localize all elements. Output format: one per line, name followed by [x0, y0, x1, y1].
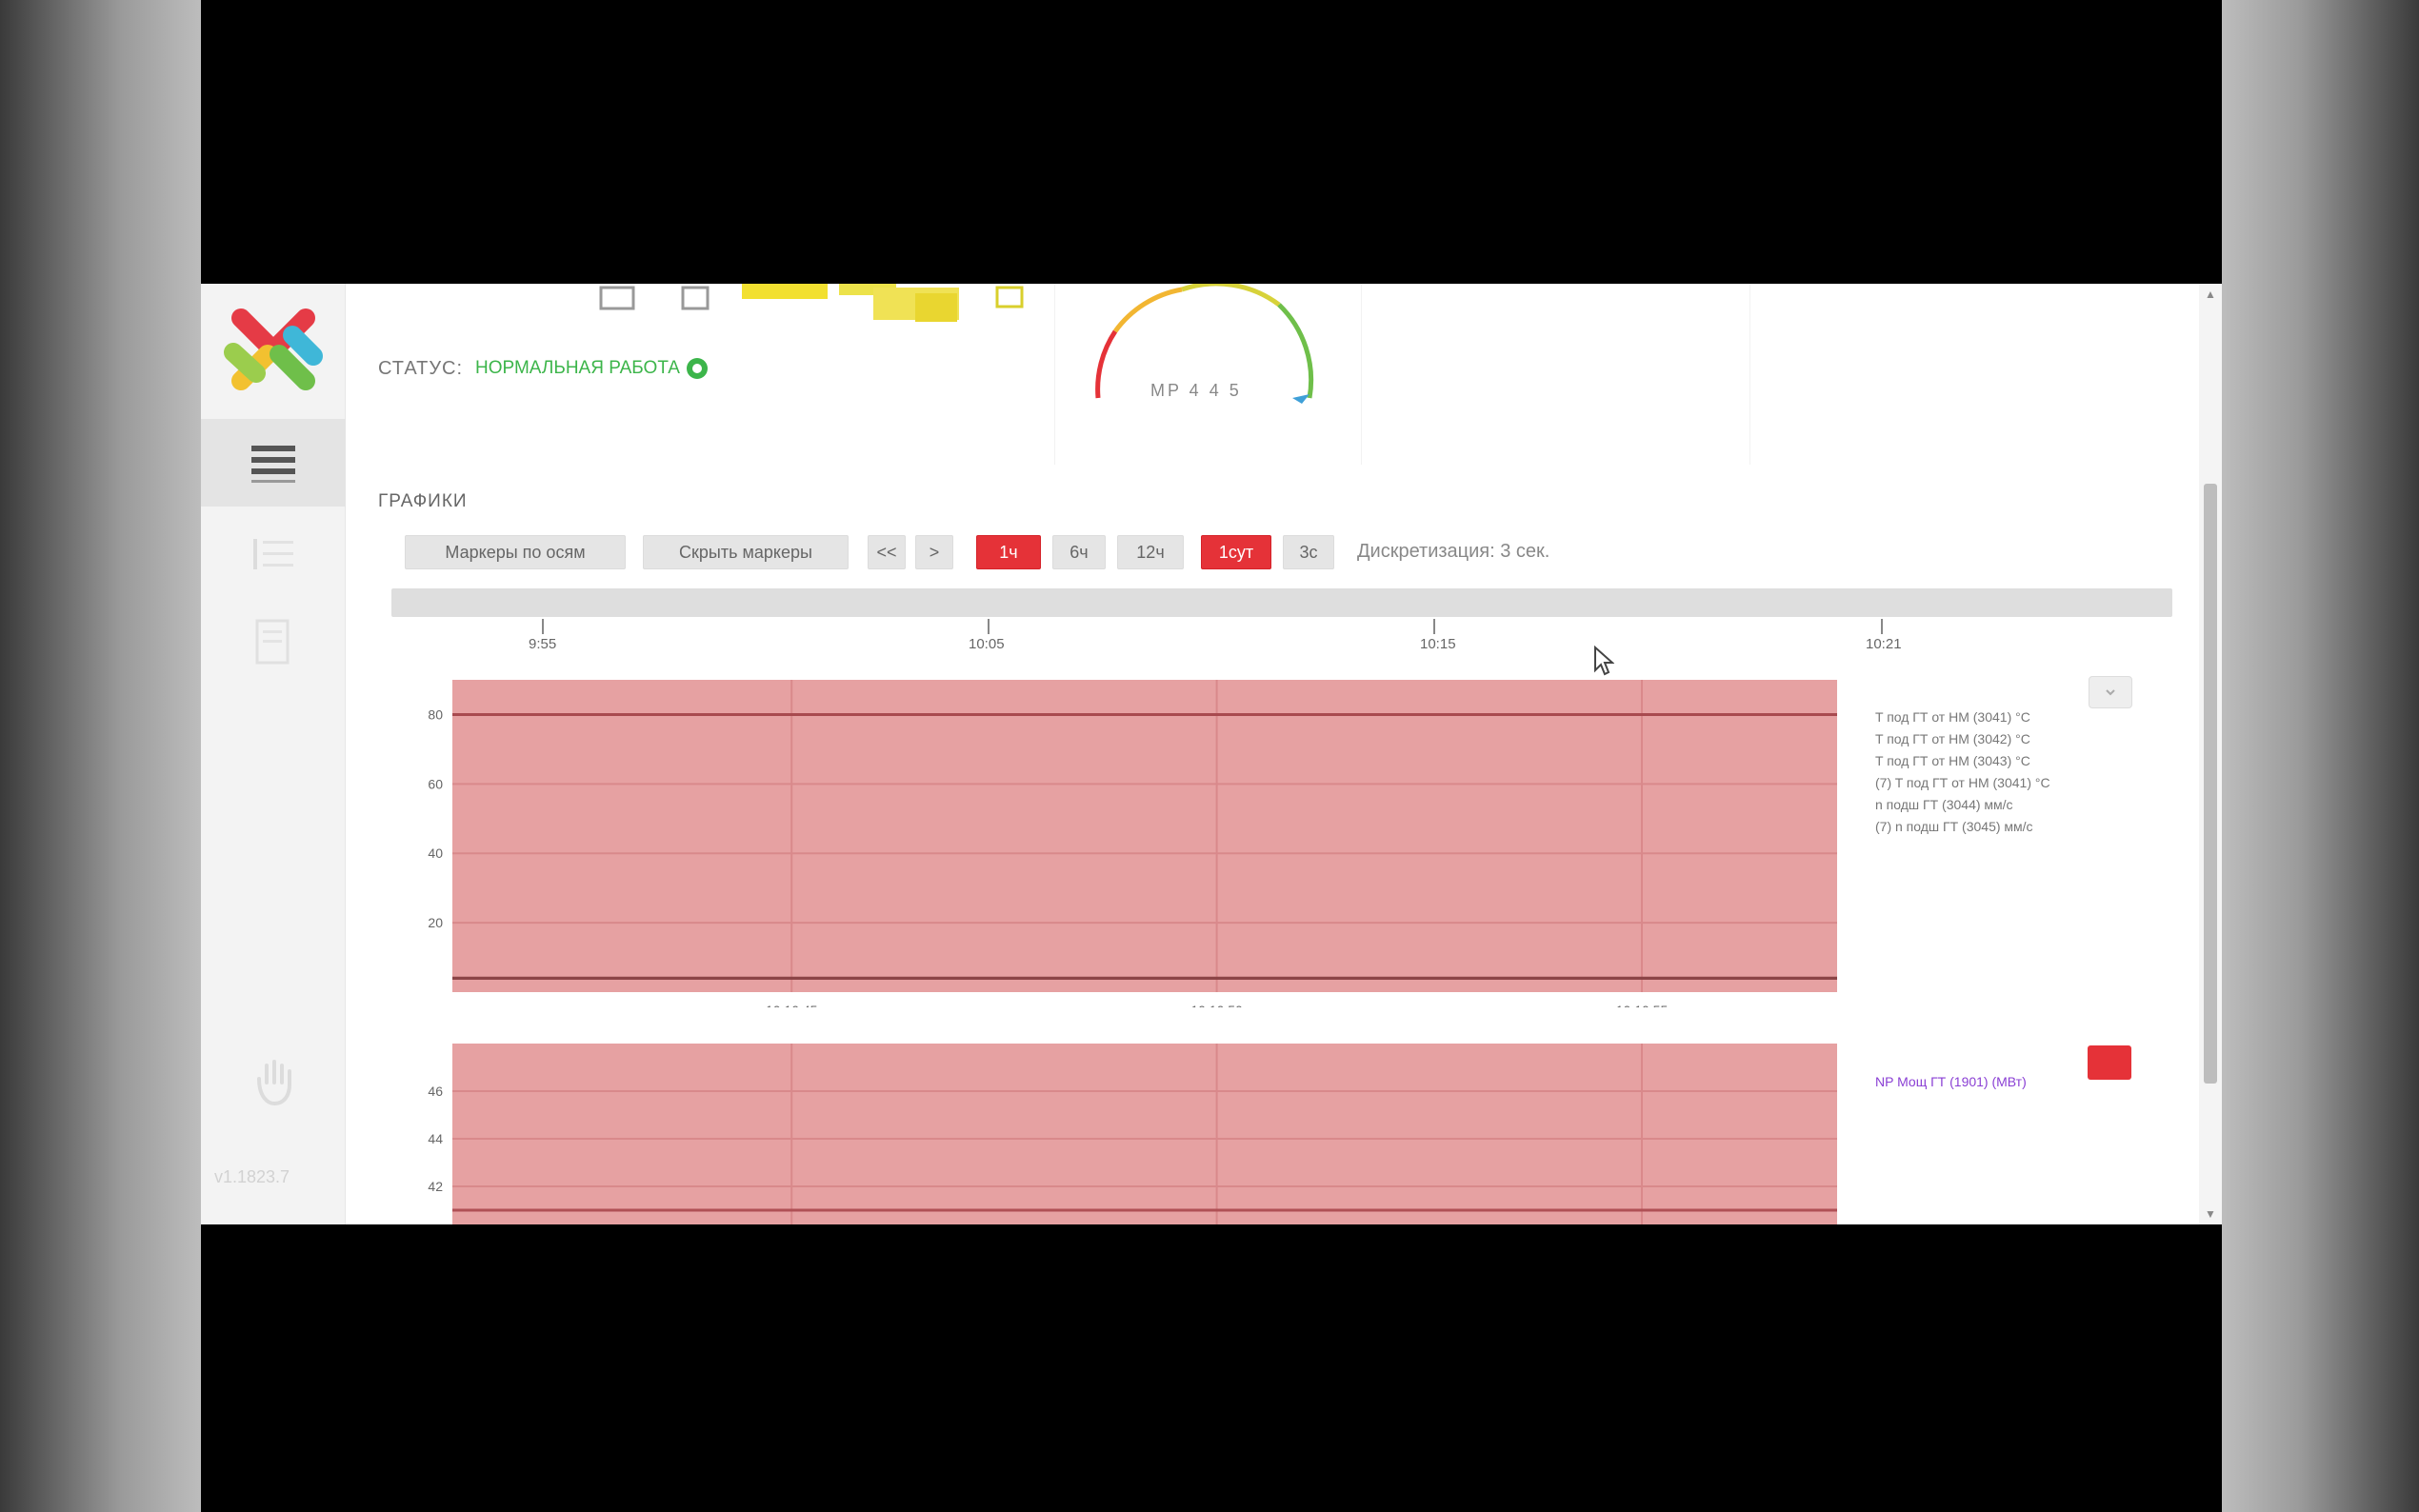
plot-area — [452, 680, 1837, 992]
hand-icon — [257, 1060, 291, 1106]
header-divider — [1361, 284, 1362, 465]
gauge-label: MP 4 4 5 — [1150, 381, 1242, 400]
status-ok-icon — [687, 358, 708, 379]
timeline-label: 9:55 — [529, 636, 557, 652]
x-tick-label: 10:10:50 — [1190, 1003, 1243, 1007]
header-divider — [1054, 284, 1055, 465]
nav-item-documents[interactable] — [201, 598, 346, 686]
legend-entry[interactable]: (7) T под ГТ от НМ (3041) °С — [1875, 772, 2050, 794]
timeline-label: 10:21 — [1866, 636, 1902, 652]
discretization-label: Дискретизация: 3 сек. — [1357, 541, 1550, 562]
chart2-legend: NP Мощ ГТ (1901) (МВт) — [1875, 1074, 2027, 1089]
legend-entry[interactable]: (7) n подш ГТ (3045) мм/с — [1875, 816, 2050, 838]
app-logo — [224, 308, 323, 390]
next-button[interactable]: > — [915, 535, 953, 569]
x-tick-label: 10:10:45 — [766, 1003, 818, 1007]
header-divider — [1749, 284, 1750, 465]
legend-entry[interactable]: NP Мощ ГТ (1901) (МВт) — [1875, 1074, 2027, 1089]
nav-item-dashboard[interactable] — [201, 419, 346, 507]
sidebar: v1.1823.7 — [201, 284, 346, 1224]
power-chart[interactable]: 42 44 46 — [395, 1026, 2052, 1224]
scroll-thumb[interactable] — [2204, 484, 2217, 1084]
status-label: СТАТУС: — [378, 358, 464, 379]
range-3d-button[interactable]: 3с — [1283, 535, 1334, 569]
y-tick-label: 60 — [428, 776, 443, 791]
legend-entry[interactable]: T под ГТ от НМ (3042) °С — [1875, 728, 2050, 750]
y-tick-label: 46 — [428, 1084, 443, 1099]
scroll-down-icon[interactable]: ▼ — [2205, 1207, 2216, 1221]
nav-item-power[interactable] — [201, 1038, 346, 1125]
y-tick-label: 80 — [428, 706, 443, 722]
legend-entry[interactable]: T под ГТ от НМ (3043) °С — [1875, 750, 2050, 772]
left-blur-border — [0, 0, 201, 1512]
x-tick-label: 10:10:55 — [1616, 1003, 1669, 1007]
hide-markers-button[interactable]: Скрыть маркеры — [643, 535, 849, 569]
video-frame: v1.1823.7 MP 4 4 5 СТАТУС: НОРМАЛЬНАЯ РА… — [0, 0, 2419, 1512]
timeline-label: 10:15 — [1420, 636, 1456, 652]
range-1d-button[interactable]: 1сут — [1201, 535, 1271, 569]
legend-entry[interactable]: n подш ГТ (3044) мм/с — [1875, 794, 2050, 816]
legend-entry[interactable]: T под ГТ от НМ (3041) °С — [1875, 706, 2050, 728]
timeline-scrollbar[interactable] — [391, 588, 2172, 617]
range-6h-button[interactable]: 6ч — [1052, 535, 1106, 569]
show-markers-button[interactable]: Маркеры по осям — [405, 535, 626, 569]
status-value: НОРМАЛЬНАЯ РАБОТА — [475, 358, 680, 378]
plot-area — [452, 1044, 1837, 1224]
timeline-label: 10:05 — [969, 636, 1005, 652]
right-blur-border — [2222, 0, 2419, 1512]
temperature-chart[interactable]: 20 40 60 80 10:10:45 10:10:50 10:10:55 — [395, 665, 2052, 1007]
timeline-tick — [1433, 619, 1435, 634]
chart2-color-swatch-button[interactable] — [2088, 1045, 2131, 1080]
document-icon — [255, 619, 290, 665]
range-1h-button[interactable]: 1ч — [976, 535, 1041, 569]
y-tick-label: 20 — [428, 915, 443, 930]
timeline-tick — [542, 619, 544, 634]
prev-button[interactable]: << — [868, 535, 906, 569]
chart1-legend: T под ГТ от НМ (3041) °С T под ГТ от НМ (… — [1875, 706, 2050, 838]
timeline-tick — [988, 619, 990, 634]
y-tick-label: 40 — [428, 846, 443, 861]
timeline-tick — [1881, 619, 1883, 634]
app-version: v1.1823.7 — [214, 1167, 290, 1186]
page-scrollbar[interactable]: ▲ ▼ — [2199, 284, 2222, 1224]
chevron-icon — [2106, 689, 2115, 696]
dashboard-icon — [251, 446, 295, 483]
y-tick-label: 44 — [428, 1131, 443, 1146]
nav-item-list[interactable] — [201, 510, 346, 598]
y-tick-label: 42 — [428, 1179, 443, 1194]
list-icon — [253, 539, 293, 569]
chart1-toggle-button[interactable] — [2089, 676, 2132, 708]
scroll-up-icon[interactable]: ▲ — [2205, 288, 2216, 301]
range-12h-button[interactable]: 12ч — [1117, 535, 1184, 569]
graphs-title: ГРАФИКИ — [378, 491, 468, 511]
app-window: v1.1823.7 MP 4 4 5 СТАТУС: НОРМАЛЬНАЯ РА… — [201, 284, 2222, 1224]
